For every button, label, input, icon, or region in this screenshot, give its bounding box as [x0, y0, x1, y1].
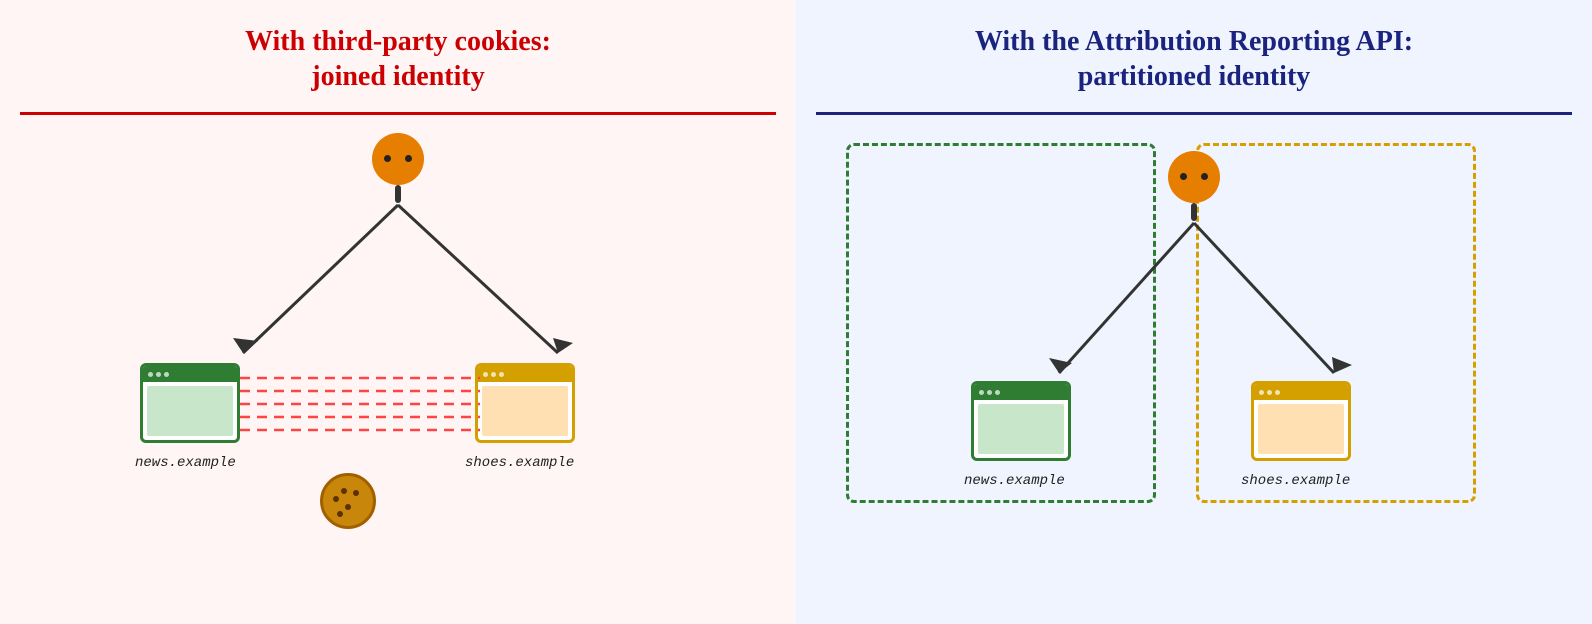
right-panel: With the Attribution Reporting API: part… [796, 0, 1592, 624]
left-browser-shoes [475, 363, 575, 443]
left-divider [20, 112, 776, 115]
chip5 [353, 490, 359, 496]
left-browser-shoes-content [482, 386, 568, 436]
left-shoes-label: shoes.example [465, 455, 574, 471]
chip1 [341, 488, 347, 494]
left-person-head [372, 133, 424, 185]
left-panel: With third-party cookies: joined identit… [0, 0, 796, 624]
dot2 [156, 372, 161, 377]
right-browser-news [971, 381, 1071, 461]
right-browser-shoes [1251, 381, 1351, 461]
dot5 [491, 372, 496, 377]
chip4 [337, 511, 343, 517]
dot1 [148, 372, 153, 377]
dot12 [1275, 390, 1280, 395]
dot4 [483, 372, 488, 377]
left-title-line1: With third-party cookies: [245, 26, 551, 57]
left-person [372, 133, 424, 203]
right-title-line1: With the Attribution Reporting API: [975, 26, 1413, 57]
right-shoes-label: shoes.example [1241, 473, 1350, 489]
right-person [1168, 151, 1220, 221]
dot6 [499, 372, 504, 377]
right-person-neck [1191, 203, 1197, 221]
right-diagram: news.example shoes.example [816, 133, 1572, 604]
left-news-label: news.example [135, 455, 236, 471]
left-panel-title: With third-party cookies: joined identit… [245, 24, 551, 94]
left-person-neck [395, 185, 401, 203]
dot11 [1267, 390, 1272, 395]
right-person-head [1168, 151, 1220, 203]
dot10 [1259, 390, 1264, 395]
right-panel-title: With the Attribution Reporting API: part… [975, 24, 1413, 94]
dot9 [995, 390, 1000, 395]
cookie-icon [320, 473, 376, 529]
right-browser-news-content [978, 404, 1064, 454]
dot8 [987, 390, 992, 395]
chip3 [345, 504, 351, 510]
dot7 [979, 390, 984, 395]
right-divider [816, 112, 1572, 115]
left-diagram: news.example shoes.example [20, 133, 776, 604]
right-title-line2: partitioned identity [1078, 61, 1311, 92]
left-browser-news-content [147, 386, 233, 436]
left-dashes-svg [240, 363, 480, 443]
left-title-line2: joined identity [311, 61, 484, 92]
right-browser-news-topbar [974, 384, 1068, 400]
left-browser-shoes-topbar [478, 366, 572, 382]
left-browser-news-topbar [143, 366, 237, 382]
dot3 [164, 372, 169, 377]
right-browser-shoes-content [1258, 404, 1344, 454]
left-browser-news [140, 363, 240, 443]
right-browser-shoes-topbar [1254, 384, 1348, 400]
right-news-label: news.example [964, 473, 1065, 489]
chip2 [333, 496, 339, 502]
